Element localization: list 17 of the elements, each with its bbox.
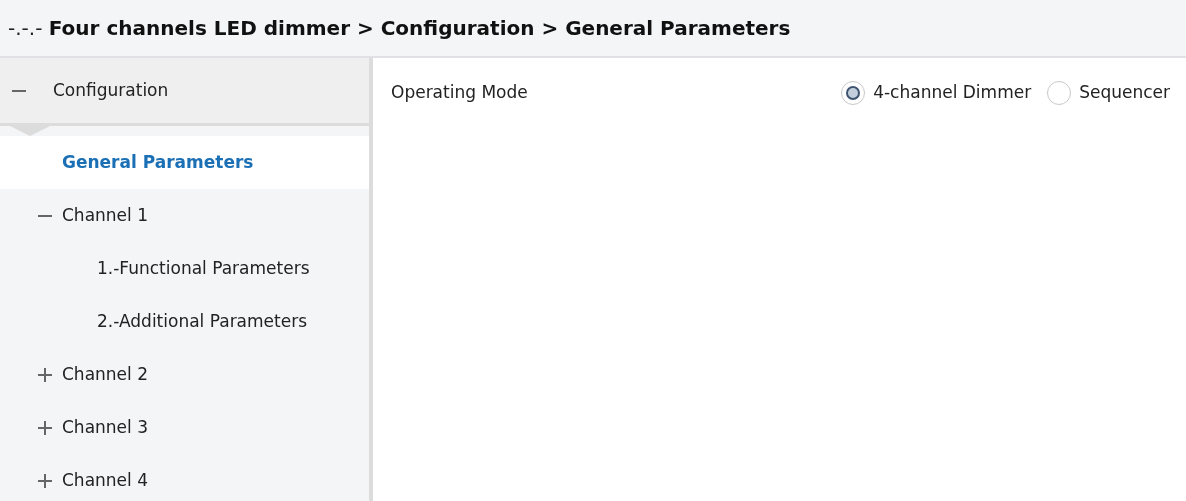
radio-button[interactable]: [1047, 80, 1072, 105]
tree-item[interactable]: 1.-Functional Parameters: [0, 242, 369, 295]
expand-icon[interactable]: [38, 367, 52, 382]
tree-item[interactable]: 2.-Additional Parameters: [0, 295, 369, 348]
tree-item[interactable]: Channel 3: [62, 414, 148, 441]
tree-item[interactable]: Channel 4: [62, 467, 148, 494]
expand-icon[interactable]: [38, 420, 52, 435]
tree-item[interactable]: Channel 2: [62, 361, 148, 388]
group-header[interactable]: Configuration: [53, 77, 169, 104]
breadcrumb-title: -.-.- Four channels LED dimmer > Configuration > General Parameters: [8, 15, 791, 42]
radio-button[interactable]: [841, 80, 866, 105]
tree-item[interactable]: General Parameters: [0, 136, 369, 189]
option-label[interactable]: Sequencer: [1079, 80, 1170, 106]
tree-item[interactable]: Channel 1: [62, 202, 148, 229]
parameter-label: Operating Mode: [391, 81, 528, 104]
expand-icon[interactable]: [38, 473, 52, 488]
option-label[interactable]: 4-channel Dimmer: [873, 80, 1032, 106]
